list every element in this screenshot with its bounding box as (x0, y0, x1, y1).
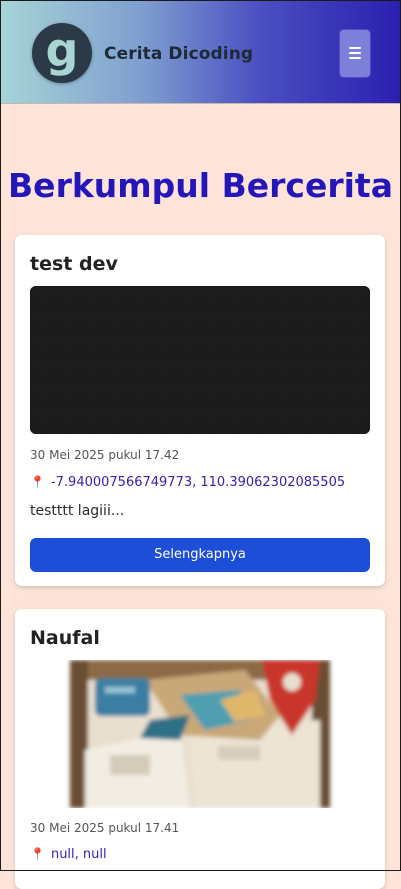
story-description: testttt lagiii... (30, 503, 125, 519)
story-location: 📍 -7.940007566749773, 110.39062302085505 (30, 475, 345, 490)
story-photo (30, 286, 370, 434)
story-title: Naufal (30, 627, 100, 649)
story-card: test dev 30 Mei 2025 pukul 17.42 📍 -7.940… (15, 235, 385, 586)
story-card: Naufal 30 Mei 2025 pukul 17.41 📍 null, n… (15, 609, 385, 889)
story-date: 30 Mei 2025 pukul 17.42 (30, 448, 180, 462)
map-book-illustration (70, 660, 330, 808)
story-photo (30, 660, 370, 808)
story-location-text: -7.940007566749773, 110.39062302085505 (50, 475, 346, 490)
page-title: Berkumpul Bercerita (8, 166, 393, 205)
app-header: g Cerita Dicoding (0, 0, 401, 104)
story-date: 30 Mei 2025 pukul 17.41 (30, 821, 180, 835)
read-more-button[interactable]: Selengkapnya (30, 538, 370, 572)
story-location: 📍 null, null (30, 847, 107, 862)
logo-letter: g (45, 23, 79, 77)
hamburger-menu-icon (349, 47, 361, 49)
dark-photo-image (30, 286, 370, 434)
map-pin-icon: 📍 (30, 847, 45, 861)
menu-button[interactable] (340, 30, 370, 77)
map-pin-icon: 📍 (30, 475, 45, 489)
story-location-text: null, null (50, 847, 107, 862)
app-logo[interactable]: g (32, 23, 92, 83)
app-brand-name[interactable]: Cerita Dicoding (104, 44, 253, 64)
story-title: test dev (30, 253, 118, 275)
